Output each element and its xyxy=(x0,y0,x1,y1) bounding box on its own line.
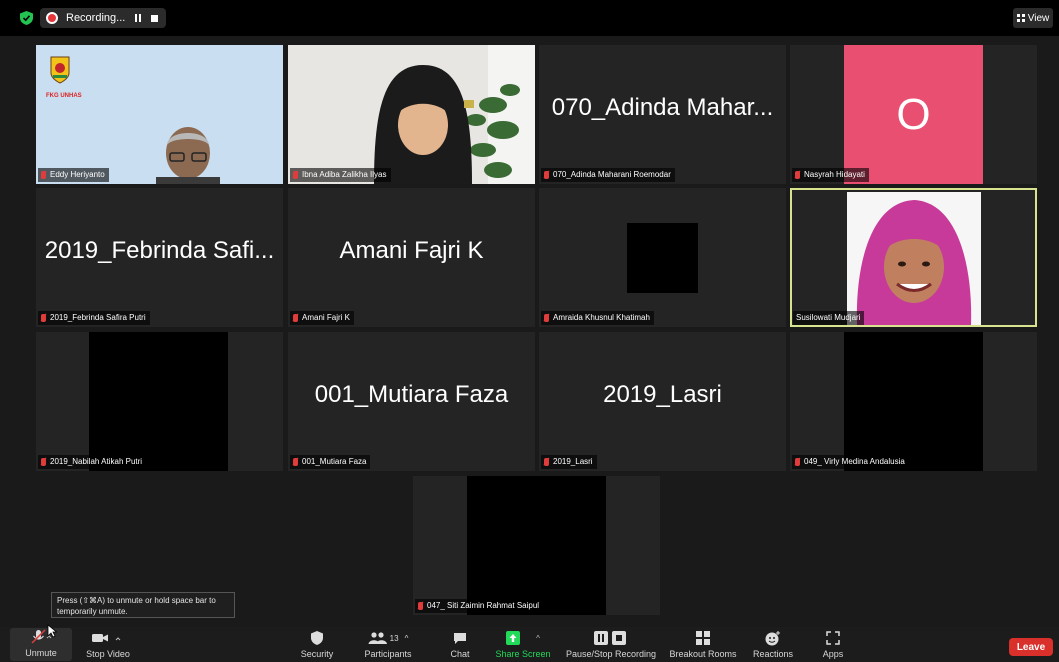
share-screen-button[interactable]: ^ Share Screen xyxy=(492,629,554,661)
participant-video xyxy=(89,332,228,471)
chevron-up-icon[interactable]: ^ xyxy=(405,634,409,643)
participant-video xyxy=(154,123,222,184)
participant-display-name: 2019_Febrinda Safi... xyxy=(44,236,275,264)
microphone-muted-icon xyxy=(10,628,72,646)
participant-display-name: 070_Adinda Mahar... xyxy=(551,93,774,121)
mic-muted-icon xyxy=(418,602,423,610)
mic-muted-icon xyxy=(544,314,549,322)
participant-name-label: Amani Fajri K xyxy=(290,311,355,325)
mic-muted-icon xyxy=(795,458,800,466)
chat-bubble-icon xyxy=(445,629,475,647)
security-button[interactable]: Security xyxy=(295,629,339,661)
participant-name-label: Nasyrah Hidayati xyxy=(792,168,869,182)
participant-tile[interactable]: 2019_Nabilah Atikah Putri xyxy=(36,332,283,471)
grid-icon xyxy=(1016,14,1025,22)
participant-name-label: 049_ Virly Medina Andalusia xyxy=(792,455,909,469)
participant-tile[interactable]: 2019_Lasri 2019_Lasri xyxy=(539,332,786,471)
participant-video xyxy=(288,45,535,184)
participant-display-name: Amani Fajri K xyxy=(339,236,484,264)
participant-display-name: 2019_Lasri xyxy=(603,380,722,408)
avatar: O xyxy=(844,45,983,184)
mic-muted-icon xyxy=(544,458,549,466)
participant-tile[interactable]: FKG UNHAS Eddy Heriyanto xyxy=(36,45,283,184)
view-label: View xyxy=(1027,12,1050,24)
participants-icon xyxy=(368,632,387,644)
mic-muted-icon xyxy=(795,171,800,179)
unmute-tooltip: Press (⇧⌘A) to unmute or hold space bar … xyxy=(51,592,235,618)
participant-video xyxy=(467,476,606,615)
participant-name-label: Amraida Khusnul Khatimah xyxy=(541,311,654,325)
mic-muted-icon xyxy=(293,171,298,179)
share-options-chevron-icon[interactable]: ^ xyxy=(536,634,540,643)
participant-name-label: 2019_Nabilah Atikah Putri xyxy=(38,455,147,469)
participant-tile[interactable]: Ibna Adiba Zalikha Ilyas xyxy=(288,45,535,184)
participant-name-label: 2019_Lasri xyxy=(541,455,597,469)
mic-muted-icon xyxy=(41,314,46,322)
participant-name-label: Ibna Adiba Zalikha Ilyas xyxy=(290,168,391,182)
smiley-icon xyxy=(750,629,796,647)
shield-icon[interactable] xyxy=(20,11,33,25)
mic-muted-icon xyxy=(544,171,549,179)
pause-recording-icon[interactable] xyxy=(135,14,142,22)
view-button[interactable]: View xyxy=(1013,8,1053,28)
breakout-rooms-button[interactable]: Breakout Rooms xyxy=(667,629,739,661)
apps-button[interactable]: Apps xyxy=(816,629,850,661)
recording-dot-icon xyxy=(46,12,58,24)
participant-name-label: Eddy Heriyanto xyxy=(38,168,109,182)
reactions-button[interactable]: Reactions xyxy=(750,629,796,661)
security-shield-icon xyxy=(295,629,339,647)
unmute-button[interactable]: Unmute xyxy=(10,628,72,661)
meeting-toolbar: Unmute Stop Video Security 13 ^ Particip… xyxy=(0,627,1059,662)
participant-name-label: Susilowati Mudjari xyxy=(793,311,865,325)
participant-tile[interactable]: 070_Adinda Mahar... 070_Adinda Maharani … xyxy=(539,45,786,184)
recording-indicator[interactable]: Recording... xyxy=(40,8,166,28)
chat-button[interactable]: Chat xyxy=(445,629,475,661)
participants-button[interactable]: 13 ^ Participants xyxy=(358,629,418,661)
logo-text: FKG UNHAS xyxy=(46,93,82,99)
university-logo xyxy=(48,55,72,85)
participant-name-label: 2019_Febrinda Safira Putri xyxy=(38,311,150,325)
participant-video xyxy=(627,223,698,293)
participant-video xyxy=(847,192,981,325)
participant-name-label: 070_Adinda Maharani Roemodar xyxy=(541,168,675,182)
participant-tile-active-speaker[interactable]: Susilowati Mudjari xyxy=(790,188,1037,327)
meeting-top-bar: Recording... View xyxy=(0,0,1059,36)
recording-label: Recording... xyxy=(66,12,126,24)
participant-tile[interactable]: Amani Fajri K Amani Fajri K xyxy=(288,188,535,327)
leave-button[interactable]: Leave xyxy=(1009,638,1053,656)
participant-tile[interactable]: 2019_Febrinda Safi... 2019_Febrinda Safi… xyxy=(36,188,283,327)
breakout-rooms-icon xyxy=(667,629,739,647)
mic-muted-icon xyxy=(293,314,298,322)
participant-name-label: 047_ Siti Zaimin Rahmat Saipul xyxy=(415,599,544,613)
participant-tile[interactable]: 049_ Virly Medina Andalusia xyxy=(790,332,1037,471)
pause-stop-recording-button[interactable]: Pause/Stop Recording xyxy=(562,629,660,661)
stop-video-button[interactable]: Stop Video xyxy=(78,629,138,661)
participant-tile[interactable]: 047_ Siti Zaimin Rahmat Saipul xyxy=(413,476,660,615)
mic-muted-icon xyxy=(41,171,46,179)
share-screen-icon xyxy=(506,631,521,645)
participant-name-label: 001_Mutiara Faza xyxy=(290,455,371,469)
video-camera-icon xyxy=(78,629,138,647)
participant-tile[interactable]: 001_Mutiara Faza 001_Mutiara Faza xyxy=(288,332,535,471)
mic-muted-icon xyxy=(41,458,46,466)
participant-tile[interactable]: Amraida Khusnul Khatimah xyxy=(539,188,786,327)
participant-video xyxy=(844,332,983,471)
mouse-cursor-icon xyxy=(47,624,57,638)
participant-count: 13 xyxy=(389,633,399,643)
participant-display-name: 001_Mutiara Faza xyxy=(314,380,509,408)
stop-recording-icon[interactable] xyxy=(151,14,159,22)
participant-tile[interactable]: O Nasyrah Hidayati xyxy=(790,45,1037,184)
mic-muted-icon xyxy=(293,458,298,466)
pause-stop-recording-icon xyxy=(594,631,626,645)
apps-icon xyxy=(816,629,850,647)
